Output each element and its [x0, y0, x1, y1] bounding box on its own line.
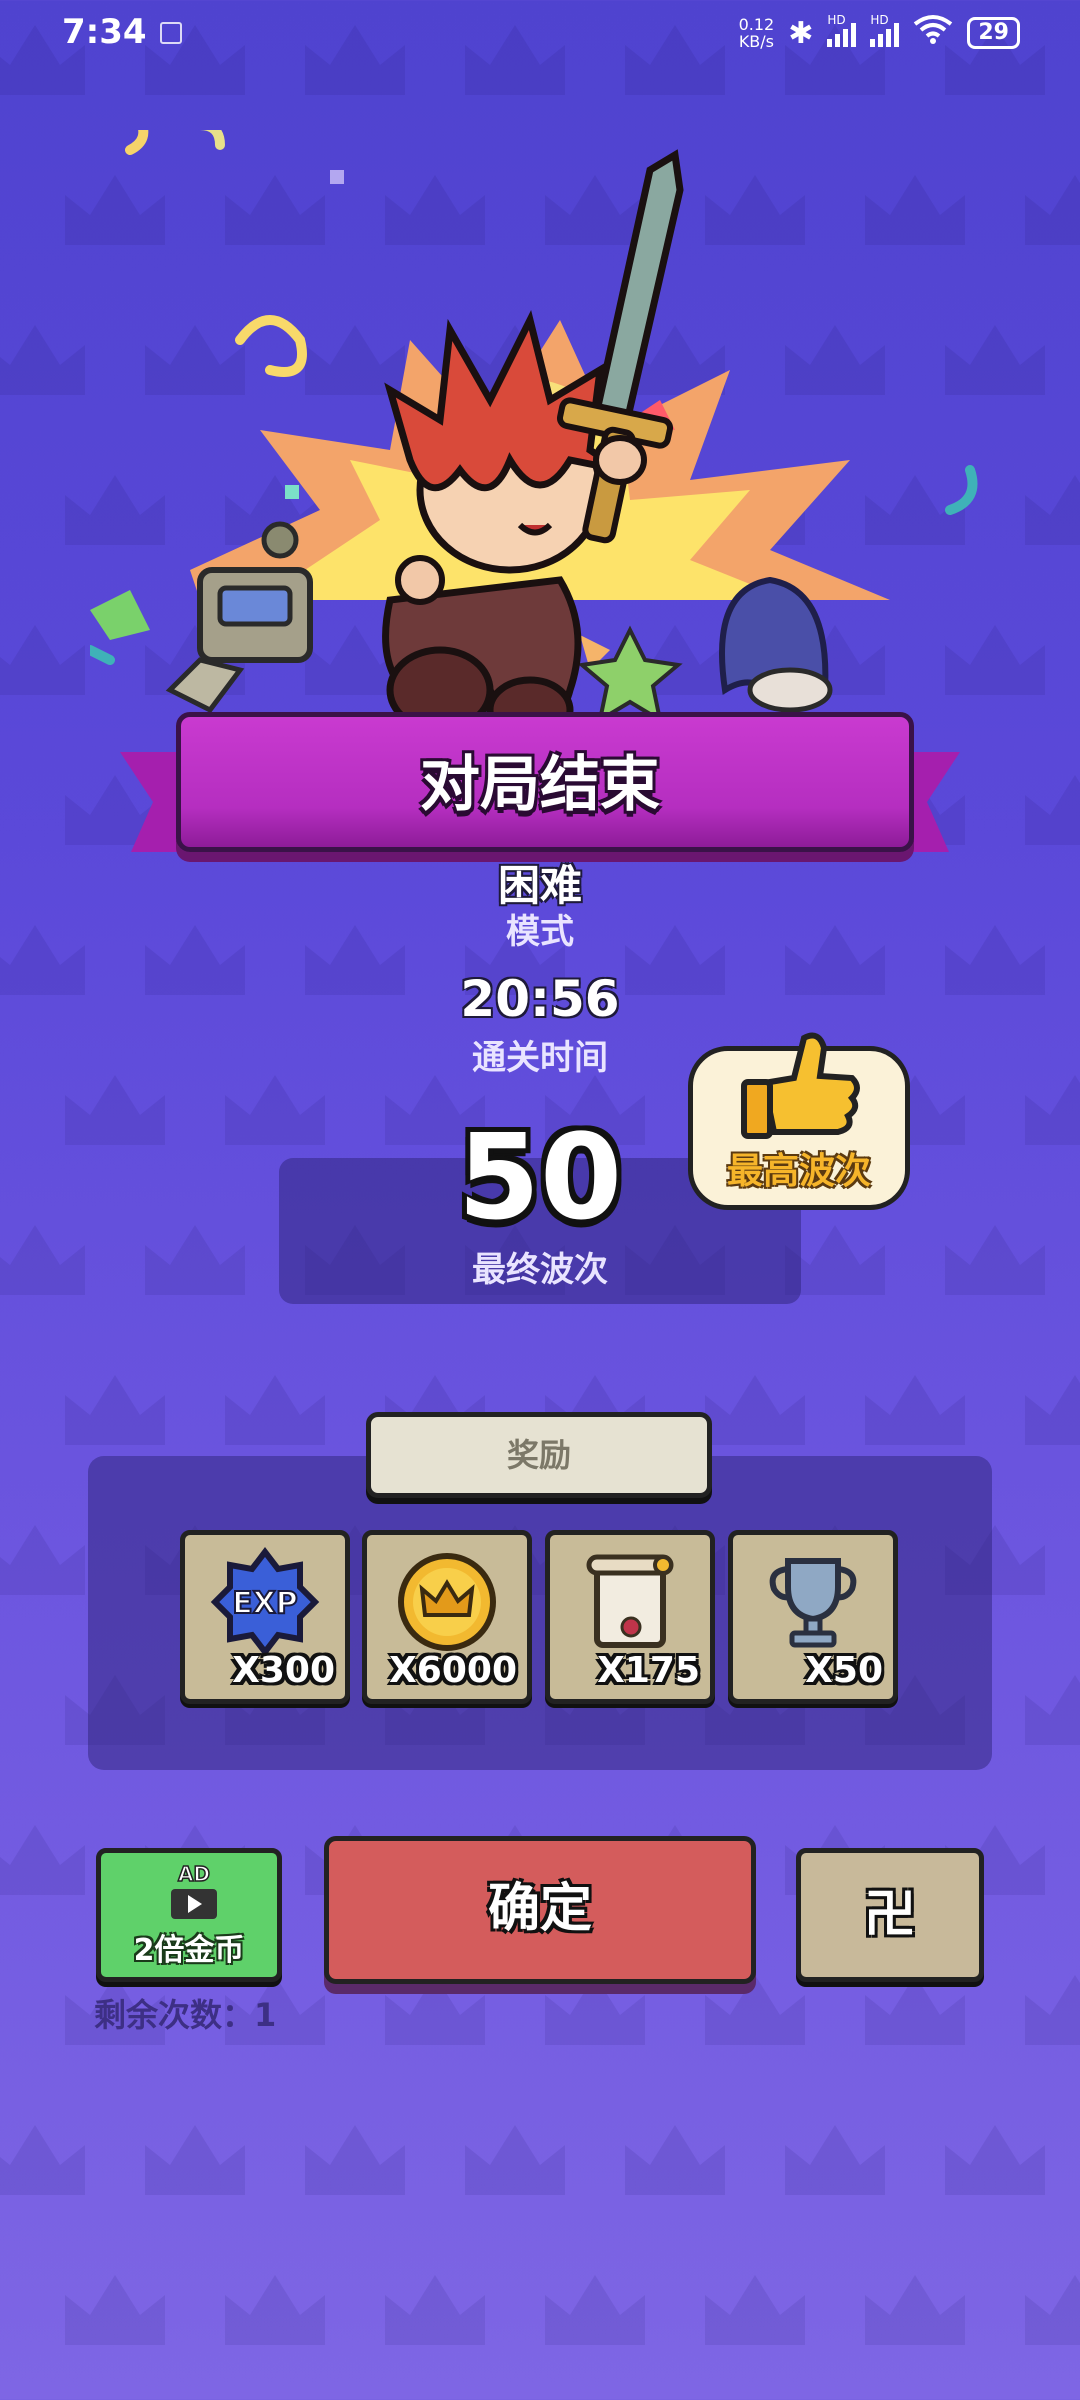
clear-time-label: 通关时间 [472, 1038, 608, 1078]
reward-qty: X175 [597, 1650, 700, 1691]
ad-button-label: 2倍金币 [133, 1933, 245, 1968]
notification-icon [160, 22, 182, 44]
reward-qty: X6000 [389, 1650, 517, 1691]
reward-slot-exp: EXP X300 [180, 1530, 350, 1704]
ad-video-icon: AD [171, 1861, 217, 1919]
status-time: 7:34 [62, 12, 147, 52]
rewards-tab: 奖励 [366, 1412, 712, 1498]
final-wave-number: 50 [457, 1108, 623, 1246]
signal-icon: HD [827, 13, 857, 47]
hero-illustration [90, 130, 978, 730]
share-button[interactable]: 卍 [796, 1848, 984, 1982]
gold-coin-icon [398, 1553, 496, 1651]
svg-text:AD: AD [178, 1862, 210, 1886]
status-bar: 7:34 0.12 KB/s ✱ HD HD 29 [0, 0, 1080, 64]
bluetooth-icon: ✱ [788, 15, 814, 51]
result-banner: 对局结束 [120, 712, 960, 862]
network-speed: 0.12 KB/s [738, 15, 775, 51]
final-wave-label: 最终波次 [472, 1250, 608, 1290]
best-wave-text: 最高波次 [726, 1151, 871, 1192]
reward-qty: X50 [805, 1650, 883, 1691]
battery-icon: 29 [967, 17, 1020, 49]
wifi-icon [913, 14, 953, 52]
scroll-icon [586, 1554, 674, 1648]
clear-time: 20:56 [460, 970, 620, 1028]
signal-icon-2: HD [870, 13, 900, 47]
reward-slot-gold: X6000 [362, 1530, 532, 1704]
trophy-icon [769, 1558, 857, 1648]
reward-qty: X300 [232, 1650, 335, 1691]
reward-slot-scroll: X175 [545, 1530, 715, 1704]
double-gold-ad-button[interactable]: AD 2倍金币 [96, 1848, 282, 1982]
thumbs-up-icon [741, 1032, 860, 1139]
exp-icon: EXP [210, 1547, 320, 1657]
mode-label: 模式 [506, 912, 574, 952]
reward-slot-trophy: X50 [728, 1530, 898, 1704]
confirm-button[interactable]: 确定 [324, 1836, 756, 1984]
svg-text:EXP: EXP [232, 1586, 298, 1621]
result-title: 对局结束 [420, 750, 660, 820]
remaining-count: 剩余次数：1 [94, 1996, 277, 2034]
best-wave-badge: 最高波次 [688, 1028, 910, 1210]
